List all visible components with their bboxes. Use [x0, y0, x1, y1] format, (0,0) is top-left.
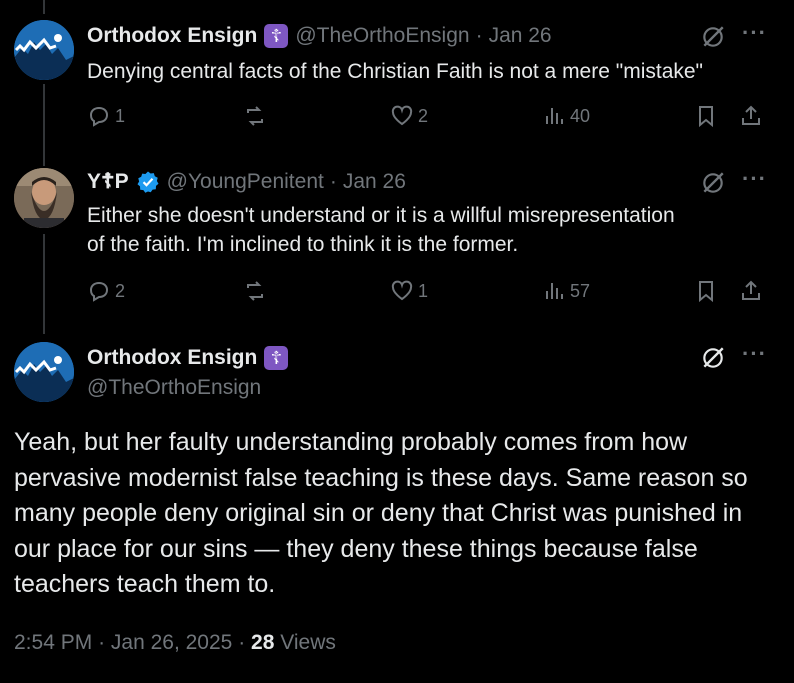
bookmark-icon — [699, 106, 713, 128]
reply-icon — [89, 106, 109, 127]
like-button[interactable]: 1 — [390, 279, 428, 303]
separator: · — [475, 24, 483, 47]
tweet-text-line: of the faith. I'm inclined to think it i… — [87, 233, 519, 256]
ensign-avatar-image — [14, 20, 74, 80]
tweet-top-actions: ··· — [700, 168, 767, 196]
view-count: 57 — [570, 280, 591, 301]
view-count: 40 — [570, 105, 591, 126]
author-name[interactable]: Orthodox Ensign — [87, 23, 257, 49]
like-count: 1 — [418, 280, 429, 301]
share-icon — [742, 105, 760, 125]
heart-icon — [391, 280, 413, 301]
avatar[interactable] — [14, 168, 74, 228]
tweet-text: Denying central facts of the Christian F… — [87, 60, 704, 83]
tweet-header: Orthodox Ensign ☦ @TheOrthoEnsign · Jan … — [87, 23, 552, 49]
main-tweet-text: Yeah, but her faulty understanding proba… — [14, 428, 748, 598]
tweet-actions: 2 1 57 — [87, 279, 777, 307]
tweet-top-actions: ··· — [700, 22, 767, 50]
grok-icon[interactable] — [700, 24, 726, 50]
tweet-date[interactable]: Jan 26 — [489, 23, 552, 49]
retweet-button[interactable] — [243, 104, 271, 128]
thread-line — [43, 84, 45, 166]
reply-count: 2 — [115, 280, 126, 301]
more-icon[interactable]: ··· — [742, 22, 767, 44]
youngpenitent-avatar-image — [14, 168, 74, 228]
bookmark-button[interactable] — [694, 279, 718, 303]
views-count[interactable]: 28 — [251, 631, 274, 654]
reply-button[interactable]: 1 — [87, 104, 125, 128]
tweet-actions: 1 2 40 — [87, 104, 777, 132]
share-button[interactable] — [739, 104, 763, 128]
views-button[interactable]: 40 — [542, 104, 590, 128]
share-icon — [742, 280, 760, 300]
grok-icon[interactable] — [700, 345, 726, 371]
reply-count: 1 — [115, 105, 126, 126]
tweet-top-actions: ··· — [700, 343, 767, 371]
main-tweet-meta: 2:54 PM · Jan 26, 2025 · 28 Views — [14, 631, 336, 655]
like-button[interactable]: 2 — [390, 104, 428, 128]
reply-button[interactable]: 2 — [87, 279, 125, 303]
like-count: 2 — [418, 105, 429, 126]
retweet-icon — [247, 106, 263, 126]
thread-line — [43, 0, 45, 14]
tweet-header: Y☦P @YoungPenitent · Jan 26 — [87, 169, 406, 195]
author-name[interactable]: Orthodox Ensign — [87, 345, 257, 371]
analytics-icon — [546, 283, 563, 299]
thread-line — [43, 234, 45, 334]
separator: · — [329, 170, 337, 193]
retweet-icon — [247, 281, 263, 301]
author-handle[interactable]: @YoungPenitent — [167, 169, 324, 195]
bookmark-icon — [699, 281, 713, 303]
retweet-button[interactable] — [243, 279, 271, 303]
main-tweet-header: Orthodox Ensign ☦ — [87, 345, 295, 371]
analytics-icon — [546, 108, 563, 124]
author-name[interactable]: Y☦P — [87, 169, 129, 195]
orthodox-cross-badge-icon: ☦ — [264, 24, 289, 48]
views-label: Views — [280, 631, 336, 654]
author-handle[interactable]: @TheOrthoEnsign — [87, 375, 261, 401]
tweet-date[interactable]: Jan 26, 2025 — [111, 631, 232, 654]
more-icon[interactable]: ··· — [742, 343, 767, 365]
separator: · — [98, 631, 106, 654]
avatar[interactable] — [14, 342, 74, 402]
tweet-text-line: Either she doesn't understand or it is a… — [87, 204, 675, 227]
tweet-date[interactable]: Jan 26 — [343, 169, 406, 195]
orthodox-cross-badge-icon: ☦ — [264, 346, 289, 370]
ensign-avatar-image — [14, 342, 74, 402]
main-tweet-handle-row: @TheOrthoEnsign — [87, 375, 261, 401]
reply-icon — [89, 281, 109, 302]
author-handle[interactable]: @TheOrthoEnsign — [295, 23, 469, 49]
verified-badge-icon — [137, 171, 159, 193]
separator: · — [238, 631, 246, 654]
tweet-time[interactable]: 2:54 PM — [14, 631, 92, 654]
bookmark-button[interactable] — [694, 104, 718, 128]
grok-icon[interactable] — [700, 170, 726, 196]
share-button[interactable] — [739, 279, 763, 303]
avatar[interactable] — [14, 20, 74, 80]
heart-icon — [391, 105, 413, 126]
more-icon[interactable]: ··· — [742, 168, 767, 190]
views-button[interactable]: 57 — [542, 279, 590, 303]
